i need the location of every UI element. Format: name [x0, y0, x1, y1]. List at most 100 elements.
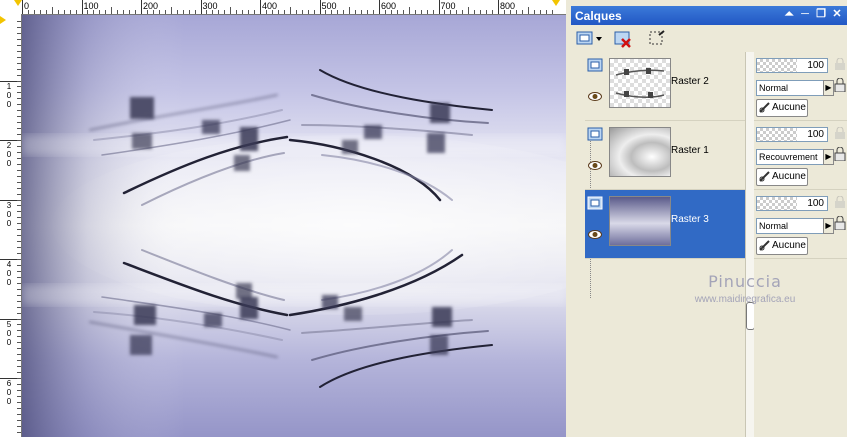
- ruler-minor-tick: [17, 187, 21, 189]
- ruler-minor-tick: [182, 10, 184, 14]
- palette-title-bar[interactable]: Calques ⏶ ─ ❐ ✕: [571, 6, 847, 25]
- eye-icon[interactable]: [588, 161, 602, 170]
- layer-group-button[interactable]: Aucune: [756, 237, 808, 255]
- opacity-slider[interactable]: 100: [756, 58, 828, 73]
- layer-thumbnail: [609, 127, 671, 177]
- ruler-major-tick: [319, 0, 321, 14]
- link-icon: [759, 171, 770, 182]
- ruler-minor-tick: [444, 10, 446, 14]
- watermark-name: Pinuccia: [708, 272, 782, 291]
- ruler-minor-tick: [17, 253, 21, 255]
- layer-row-raster-2[interactable]: Raster 2: [585, 52, 745, 121]
- ruler-minor-tick: [17, 306, 21, 308]
- ruler-minor-tick: [17, 259, 21, 260]
- vertical-ruler: 100200300400500600: [0, 14, 22, 437]
- ruler-label: 0: [6, 150, 12, 159]
- horizontal-ruler: 0 100 200 300 400 500 600 700 800: [0, 0, 566, 15]
- layer-type-icon: [587, 196, 603, 210]
- eye-icon[interactable]: [588, 230, 602, 239]
- minimize-icon[interactable]: ─: [799, 8, 811, 21]
- ruler-minor-tick: [27, 10, 29, 14]
- layer-props-row: 100 Normal ▶ Aucune: [754, 52, 847, 121]
- ruler-minor-tick: [17, 199, 21, 201]
- ruler-minor-tick: [462, 10, 464, 14]
- lock-icon[interactable]: [834, 147, 846, 161]
- blend-mode-dropdown-button[interactable]: ▶: [823, 80, 834, 96]
- layer-name[interactable]: Raster 1: [671, 145, 709, 156]
- lock-icon[interactable]: [834, 78, 846, 92]
- image-canvas[interactable]: [22, 15, 566, 437]
- ruler-minor-tick: [355, 10, 357, 14]
- ruler-minor-tick: [551, 10, 553, 14]
- ruler-minor-tick: [17, 270, 21, 272]
- delete-layer-button[interactable]: [613, 29, 633, 49]
- blend-mode-select[interactable]: Recouvrement: [756, 149, 824, 165]
- ruler-marker-icon: [14, 0, 22, 6]
- ruler-minor-tick: [468, 7, 470, 14]
- layer-name[interactable]: Raster 3: [671, 214, 709, 225]
- layer-name[interactable]: Raster 2: [671, 76, 709, 87]
- ruler-minor-tick: [17, 419, 21, 421]
- ruler-label: 0: [6, 388, 12, 397]
- ruler-minor-tick: [17, 431, 21, 433]
- layer-group-button[interactable]: Aucune: [756, 99, 808, 117]
- ruler-minor-tick: [17, 145, 21, 147]
- layer-row-raster-3[interactable]: Raster 3: [585, 190, 745, 259]
- layer-group-button[interactable]: Aucune: [756, 168, 808, 186]
- ruler-minor-tick: [17, 223, 21, 225]
- ruler-minor-tick: [87, 10, 89, 14]
- mask-button[interactable]: [647, 29, 667, 49]
- delete-layer-icon: [614, 31, 631, 48]
- ruler-minor-tick: [75, 10, 77, 14]
- lock-transparency-icon[interactable]: [834, 58, 846, 70]
- ruler-minor-tick: [17, 92, 21, 94]
- restore-icon[interactable]: ❐: [815, 8, 827, 21]
- watermark-url: www.maidiregrafica.eu: [694, 294, 796, 305]
- lock-icon[interactable]: [834, 216, 846, 230]
- ruler-minor-tick: [17, 288, 21, 290]
- ruler-label: 3: [6, 200, 12, 210]
- ruler-minor-tick: [408, 7, 410, 14]
- ruler-minor-tick: [17, 300, 21, 302]
- ruler-minor-tick: [17, 44, 21, 46]
- ruler-minor-tick: [45, 10, 47, 14]
- pin-icon[interactable]: ⏶: [783, 8, 795, 21]
- opacity-slider[interactable]: 100: [756, 196, 828, 211]
- ruler-minor-tick: [17, 413, 21, 415]
- group-label: Aucune: [772, 102, 806, 113]
- new-layer-button[interactable]: [575, 29, 603, 49]
- canvas-artwork: [22, 15, 566, 437]
- eye-icon[interactable]: [588, 92, 602, 101]
- watermark: Pinuccia www.maidiregrafica.eu: [660, 272, 830, 305]
- ruler-minor-tick: [331, 10, 333, 14]
- blend-mode-value: Normal: [759, 83, 789, 93]
- ruler-minor-tick: [414, 10, 416, 14]
- ruler-minor-tick: [236, 10, 238, 14]
- new-layer-icon: [576, 31, 602, 45]
- ruler-minor-tick: [158, 10, 160, 14]
- ruler-minor-tick: [289, 7, 291, 14]
- ruler-label: 600: [381, 1, 397, 11]
- blend-mode-select[interactable]: Normal: [756, 80, 824, 96]
- lock-transparency-icon[interactable]: [834, 127, 846, 139]
- ruler-major-tick: [260, 0, 261, 14]
- blend-mode-dropdown-button[interactable]: ▶: [823, 149, 834, 165]
- ruler-minor-tick: [533, 10, 535, 14]
- ruler-minor-tick: [337, 10, 339, 14]
- ruler-minor-tick: [17, 348, 21, 350]
- blend-mode-dropdown-button[interactable]: ▶: [823, 218, 834, 234]
- layer-props-row: 100 Normal ▶ Aucune: [754, 190, 847, 259]
- ruler-minor-tick: [17, 21, 21, 22]
- opacity-slider[interactable]: 100: [756, 127, 828, 142]
- ruler-label: 0: [6, 337, 12, 347]
- ruler-minor-tick: [164, 10, 166, 14]
- ruler-minor-tick: [384, 10, 386, 14]
- blend-mode-select[interactable]: Normal: [756, 218, 824, 234]
- close-icon[interactable]: ✕: [831, 8, 843, 21]
- layer-list-scrollbar[interactable]: [745, 52, 755, 437]
- layer-row-raster-1[interactable]: Raster 1: [585, 121, 745, 190]
- ruler-label: 700: [440, 1, 456, 11]
- ruler-minor-tick: [515, 10, 517, 14]
- opacity-swatch: [757, 128, 797, 141]
- lock-transparency-icon[interactable]: [834, 196, 846, 208]
